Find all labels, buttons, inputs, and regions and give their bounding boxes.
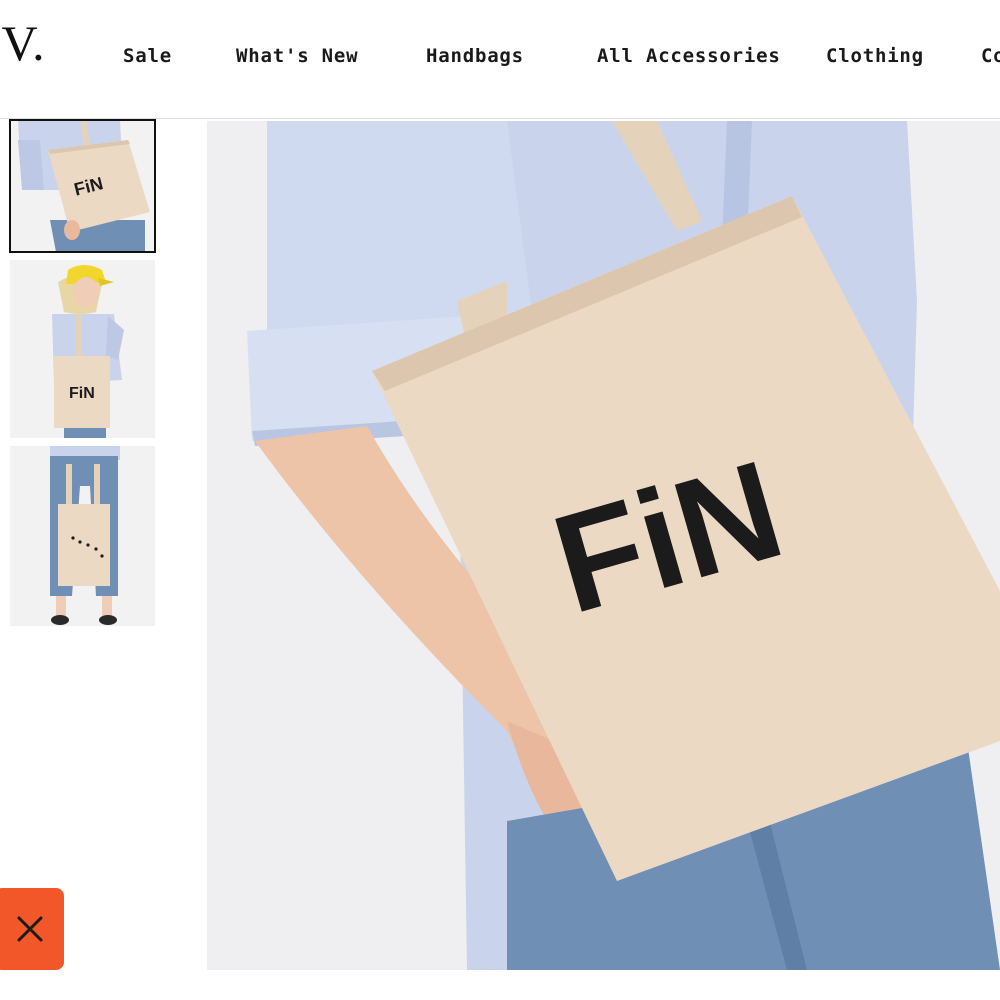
nav-item-whats-new[interactable]: What's New <box>236 45 358 67</box>
nav-item-clothing[interactable]: Clothing <box>826 45 924 67</box>
thumbnail-2-print: FiN <box>69 385 95 402</box>
main-product-illustration: FiN <box>207 121 1000 970</box>
thumbnail-gallery: FiN FiN <box>0 119 160 640</box>
thumbnail-1[interactable]: FiN <box>9 119 156 253</box>
main-nav: Sale What's New Handbags All Accessories… <box>0 45 1000 75</box>
nav-item-co[interactable]: Co <box>981 45 1000 67</box>
thumbnail-2-image: FiN <box>10 260 155 438</box>
thumbnail-3[interactable] <box>10 446 155 626</box>
close-icon <box>17 916 43 942</box>
nav-item-handbags[interactable]: Handbags <box>426 45 524 67</box>
close-button[interactable] <box>0 888 64 970</box>
main-product-image[interactable]: FiN <box>207 121 1000 970</box>
thumbnail-1-image: FiN <box>10 120 155 252</box>
thumbnail-2[interactable]: FiN <box>10 260 155 438</box>
nav-item-sale[interactable]: Sale <box>123 45 172 67</box>
site-header: .V. Sale What's New Handbags All Accesso… <box>0 0 1000 119</box>
nav-item-all-accessories[interactable]: All Accessories <box>597 45 781 67</box>
bottom-strip <box>0 972 1000 1000</box>
thumbnail-3-image <box>10 446 155 626</box>
